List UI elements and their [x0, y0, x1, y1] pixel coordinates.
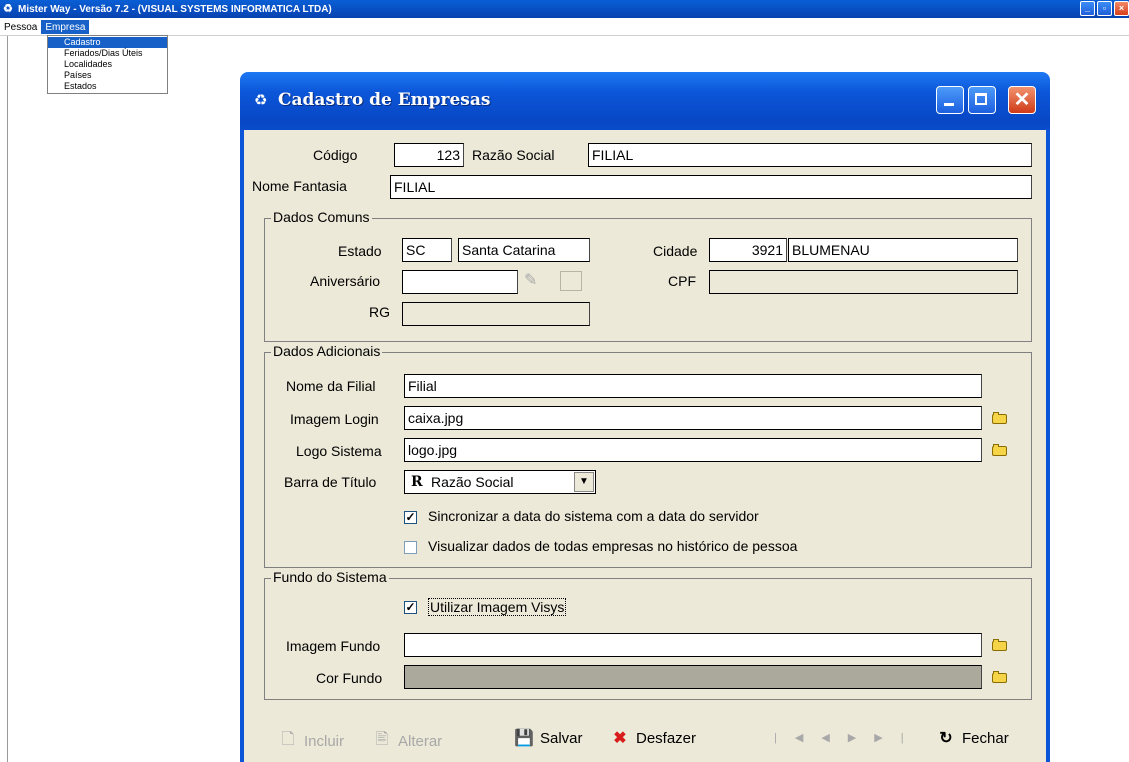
salvar-label: Salvar: [540, 729, 583, 747]
sync-date-checkbox[interactable]: ✓: [404, 511, 417, 524]
alterar-button[interactable]: 🖹 Alterar: [372, 728, 443, 755]
app-title: Mister Way - Versão 7.2 - (VISUAL SYSTEM…: [18, 3, 332, 15]
estado-nome-field: Santa Catarina: [458, 238, 590, 262]
logo-sistema-label: Logo Sistema: [296, 443, 382, 459]
rg-field[interactable]: [402, 302, 590, 326]
cidade-codigo-field[interactable]: 3921: [709, 238, 787, 262]
incluir-label: Incluir: [304, 733, 345, 750]
dialog-app-icon: ♻: [254, 92, 268, 109]
close-icon: ✕: [1013, 89, 1031, 111]
menu-empresa-label: Empresa: [45, 21, 86, 33]
calendar-icon[interactable]: ✎: [524, 270, 537, 290]
folder-open-icon[interactable]: [992, 671, 1008, 684]
visualizar-dados-checkbox[interactable]: [404, 541, 417, 554]
imagem-login-field[interactable]: caixa.jpg: [404, 406, 982, 430]
razao-social-field[interactable]: FILIAL: [588, 143, 1032, 167]
undo-x-icon: ✖: [613, 730, 627, 747]
record-navigation: |◀◀▶▶|: [774, 731, 922, 744]
dialog-close-button[interactable]: ✕: [1008, 86, 1036, 114]
cpf-field[interactable]: [709, 270, 1018, 294]
dialog-titlebar[interactable]: ♻ Cadastro de Empresas ✕: [240, 72, 1050, 130]
date-picker-button[interactable]: [560, 271, 582, 291]
app-restore-button[interactable]: ▫: [1097, 1, 1112, 16]
imagem-fundo-label: Imagem Fundo: [286, 638, 381, 654]
empresa-dropdown-menu: Cadastro Feriados/Dias Úteis Localidades…: [47, 35, 168, 94]
prev-record-icon[interactable]: ◀: [821, 732, 847, 744]
imagem-login-label: Imagem Login: [290, 411, 379, 427]
alterar-label: Alterar: [398, 733, 443, 750]
folder-open-icon[interactable]: [992, 412, 1008, 425]
razao-social-icon: R: [411, 474, 423, 490]
new-document-icon: 🗋: [281, 731, 295, 748]
fundo-sistema-title: Fundo do Sistema: [271, 569, 389, 585]
first-record-icon[interactable]: |◀: [774, 732, 821, 744]
razao-social-label: Razão Social: [472, 147, 555, 163]
folder-open-icon[interactable]: [992, 444, 1008, 457]
app-icon: ♻: [3, 3, 13, 15]
menu-item-estados[interactable]: Estados: [48, 81, 167, 92]
nome-filial-label: Nome da Filial: [286, 378, 376, 394]
cidade-label: Cidade: [653, 243, 698, 259]
cor-fundo-field[interactable]: [404, 665, 982, 689]
close-arrow-icon: ↻: [939, 730, 953, 747]
fechar-label: Fechar: [962, 729, 1009, 747]
app-window-buttons: _ ▫ ×: [1080, 1, 1129, 16]
sync-date-label: Sincronizar a data do sistema com a data…: [428, 508, 759, 524]
checkmark-icon: ✓: [405, 600, 416, 614]
desfazer-button[interactable]: ✖ Desfazer: [610, 728, 696, 748]
fechar-button[interactable]: ↻ Fechar: [936, 728, 1009, 748]
dialog-title: Cadastro de Empresas: [278, 90, 491, 110]
cidade-nome-field: BLUMENAU: [788, 238, 1018, 262]
estado-sigla-field[interactable]: SC: [402, 238, 452, 262]
dialog-body: Código 123 Razão Social FILIAL Nome Fant…: [240, 130, 1050, 762]
barra-titulo-select[interactable]: R Razão Social ▼: [404, 470, 596, 494]
app-titlebar: ♻ Mister Way - Versão 7.2 - (VISUAL SYST…: [0, 0, 1129, 18]
cadastro-empresas-dialog: ♻ Cadastro de Empresas ✕ Código 123 Razã…: [240, 72, 1050, 762]
menubar: Pessoa Empresa: [0, 18, 1129, 36]
menu-item-feriados[interactable]: Feriados/Dias Úteis: [48, 48, 167, 59]
desfazer-label: Desfazer: [636, 729, 697, 747]
menu-item-paises[interactable]: Países: [48, 70, 167, 81]
next-record-icon[interactable]: ▶: [848, 732, 874, 744]
menu-pessoa[interactable]: Pessoa: [0, 20, 41, 34]
nome-fantasia-field[interactable]: FILIAL: [390, 175, 1032, 199]
chevron-down-icon[interactable]: ▼: [574, 472, 594, 492]
nome-filial-field[interactable]: Filial: [404, 374, 982, 398]
menu-item-localidades[interactable]: Localidades: [48, 59, 167, 70]
utilizar-imagem-checkbox[interactable]: ✓: [404, 601, 417, 614]
codigo-label: Código: [313, 147, 358, 163]
menu-pessoa-label: Pessoa: [4, 21, 38, 33]
menu-empresa[interactable]: Empresa: [41, 19, 90, 34]
edit-document-icon: 🖹: [375, 731, 389, 748]
dados-comuns-title: Dados Comuns: [271, 209, 372, 225]
utilizar-imagem-label: Utilizar Imagem Visys: [428, 598, 567, 616]
last-record-icon[interactable]: ▶|: [874, 732, 921, 744]
app-minimize-button[interactable]: _: [1080, 1, 1095, 16]
app-close-button[interactable]: ×: [1114, 1, 1129, 16]
barra-titulo-label: Barra de Título: [284, 474, 377, 490]
aniversario-field[interactable]: [402, 270, 518, 294]
codigo-field[interactable]: 123: [394, 143, 464, 167]
dados-adicionais-title: Dados Adicionais: [271, 343, 383, 359]
nome-fantasia-label: Nome Fantasia: [252, 178, 347, 194]
barra-titulo-value: Razão Social: [431, 474, 514, 490]
imagem-fundo-field[interactable]: [404, 633, 982, 657]
folder-open-icon[interactable]: [992, 639, 1008, 652]
mdi-left-strip: [0, 36, 8, 762]
save-icon: 💾: [514, 730, 534, 747]
dialog-maximize-button[interactable]: [968, 86, 996, 114]
cor-fundo-label: Cor Fundo: [316, 670, 383, 686]
cpf-label: CPF: [668, 273, 696, 289]
checkmark-icon: ✓: [405, 510, 416, 524]
aniversario-label: Aniversário: [310, 273, 381, 289]
visualizar-dados-label: Visualizar dados de todas empresas no hi…: [428, 538, 798, 554]
salvar-button[interactable]: 💾 Salvar: [514, 728, 583, 748]
dialog-minimize-button[interactable]: [936, 86, 964, 114]
menu-item-cadastro[interactable]: Cadastro: [48, 37, 167, 48]
rg-label: RG: [369, 304, 390, 320]
logo-sistema-field[interactable]: logo.jpg: [404, 438, 982, 462]
estado-label: Estado: [338, 243, 382, 259]
incluir-button[interactable]: 🗋 Incluir: [278, 728, 344, 755]
